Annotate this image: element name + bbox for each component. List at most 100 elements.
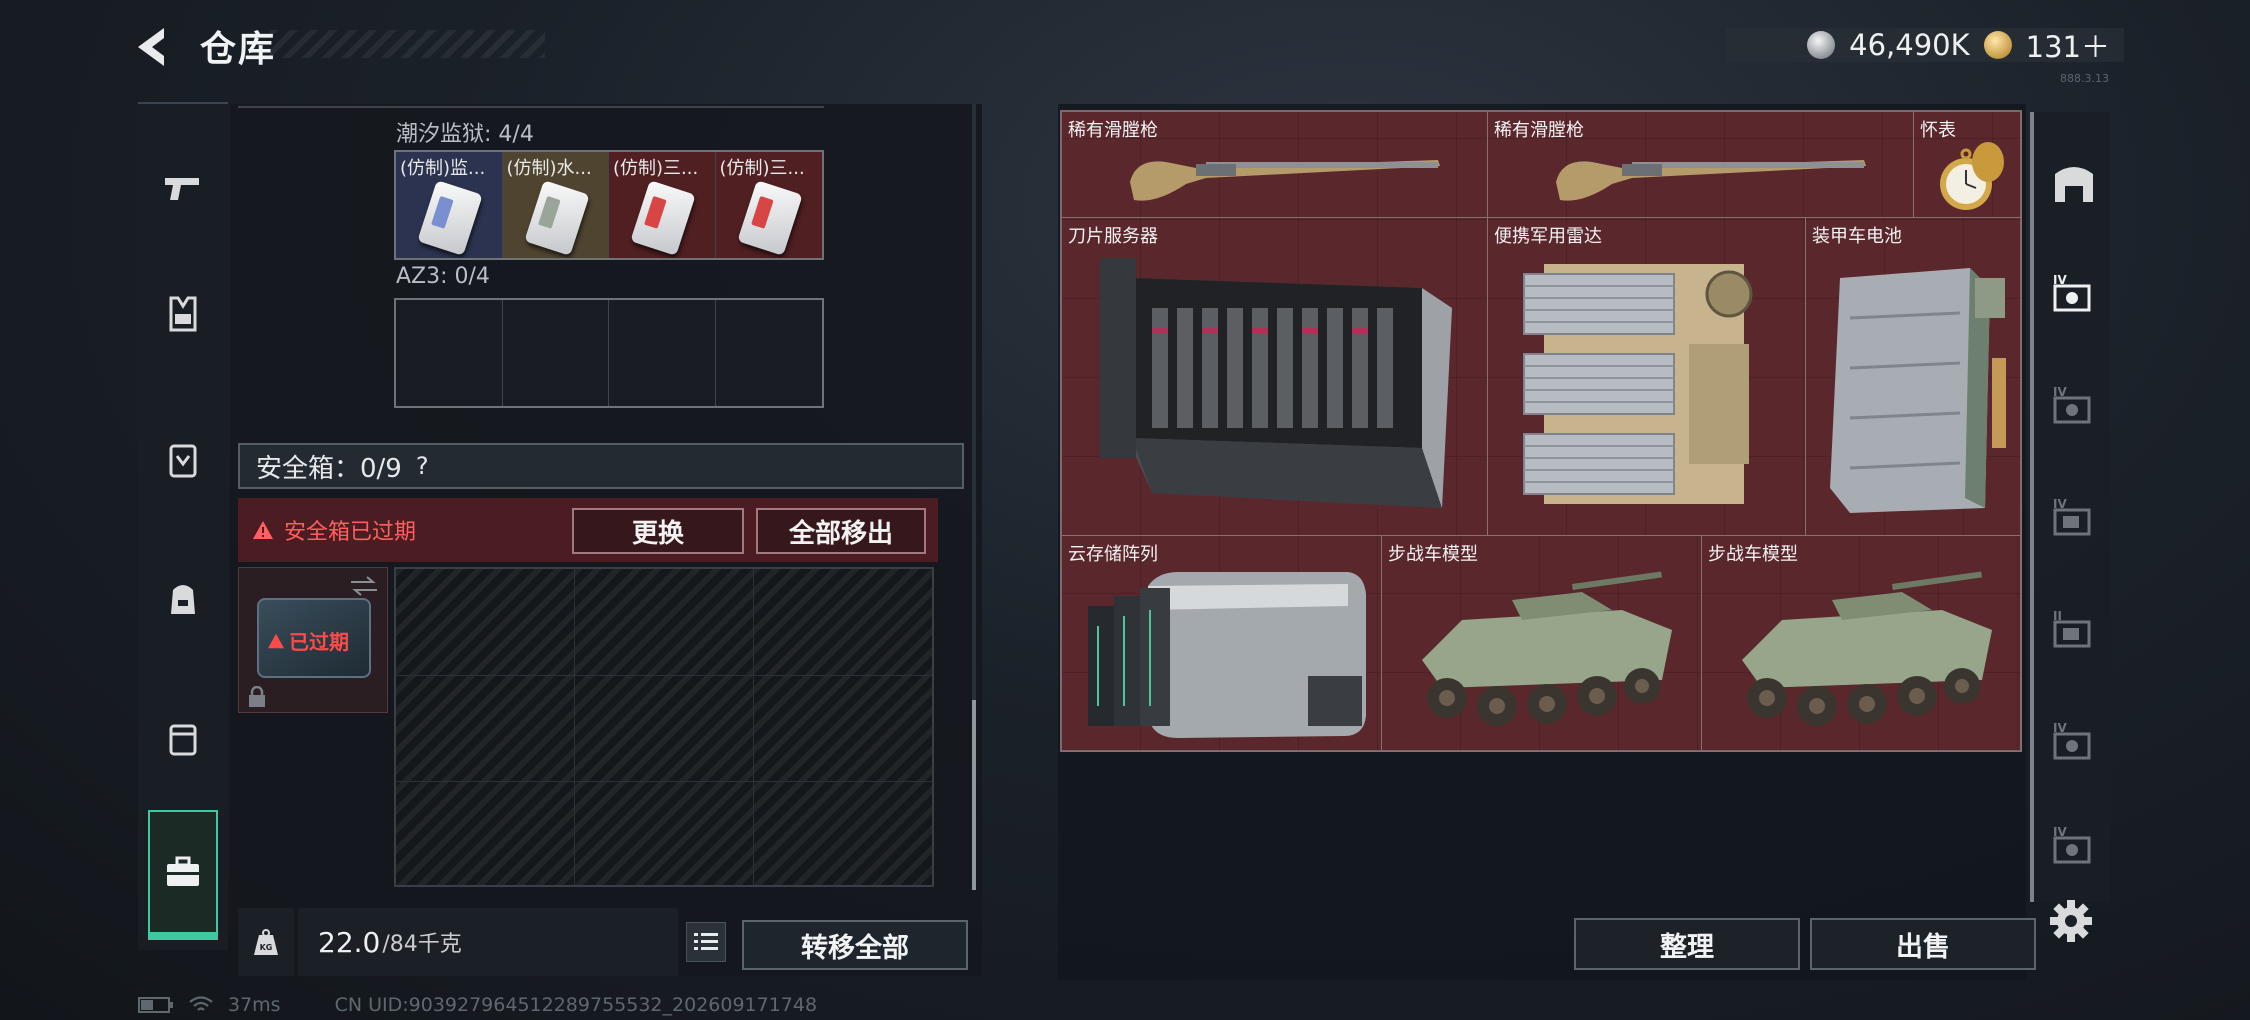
expired-text: 安全箱已过期 (284, 520, 417, 545)
nav-item-backpack[interactable] (138, 538, 228, 658)
military-radar-icon (1523, 264, 1753, 504)
storage-array-icon (1088, 572, 1366, 738)
keycard-icon (736, 180, 803, 256)
gold-coin-icon (1983, 31, 2012, 59)
stash-tab-5[interactable]: IV (2034, 688, 2114, 798)
silver-amount: 46,490K (1849, 28, 1970, 62)
musket-icon (1130, 160, 1440, 201)
stash-tab-3[interactable]: IV (2034, 464, 2114, 574)
stash-tab-2[interactable]: IV (2034, 352, 2114, 462)
settings-button[interactable] (2046, 896, 2096, 946)
move-all-out-button[interactable]: 全部移出 (756, 508, 926, 554)
nav-item-armor[interactable] (138, 254, 228, 374)
briefcase-icon (167, 856, 199, 886)
blade-server-icon (1100, 258, 1452, 508)
grid-line (574, 569, 575, 885)
kg-weight-icon: KG (254, 929, 278, 955)
weight-capacity: /84千克 (382, 932, 462, 957)
expired-badge: 已过期 (267, 626, 349, 655)
storage-tier-icon: IV (2053, 273, 2091, 312)
stash-item[interactable]: 稀有滑膛枪 (1062, 112, 1488, 218)
page-title: 仓库 (200, 29, 277, 70)
stash-tab-1[interactable]: IV (2034, 240, 2114, 350)
stash-item[interactable]: 便携军用雷达 (1488, 218, 1806, 536)
item-name: 云存储阵列 (1068, 544, 1158, 565)
stash-item[interactable]: 刀片服务器 (1062, 218, 1488, 536)
item-name: 刀片服务器 (1068, 226, 1158, 247)
ticket-item[interactable]: (仿制)监... (396, 152, 503, 258)
warning-icon (253, 521, 273, 539)
gear-icon (2050, 900, 2092, 942)
ticket-item[interactable]: (仿制)三... (609, 152, 716, 258)
stash-tabs: IV IV IV II IV IV (2030, 112, 2110, 902)
ifv-model-icon (1422, 571, 1672, 726)
help-icon[interactable]: ? (416, 452, 429, 480)
section-label-prison: 潮汐监狱: 4/4 (396, 122, 534, 147)
stash-item[interactable]: 怀表 (1914, 112, 2022, 218)
stash-grid: 稀有滑膛枪 稀有滑膛枪 怀表 刀片服务器 便携军用雷达 装甲车电池 云存储阵列 … (1060, 110, 2022, 752)
replace-button[interactable]: 更换 (572, 508, 744, 554)
backpack-icon (171, 585, 195, 614)
svg-text:KG: KG (260, 943, 273, 952)
wifi-icon (189, 996, 213, 1011)
armor-vest-icon (169, 296, 197, 332)
ticket-item[interactable]: (仿制)三... (715, 152, 822, 258)
keycard-icon (630, 180, 696, 256)
empty-slot[interactable] (396, 300, 503, 406)
stash-item[interactable]: 步战车模型 (1702, 536, 2022, 752)
ifv-model-icon (1742, 571, 1992, 726)
keycard-icon (523, 180, 590, 256)
keycard-icon (417, 180, 483, 256)
stash-tab-4[interactable]: II (2034, 576, 2114, 686)
stash-tab-6[interactable]: IV (2034, 792, 2114, 902)
back-arrow-icon (138, 28, 164, 66)
lock-icon (249, 686, 265, 707)
svg-text:IV: IV (2053, 273, 2067, 287)
transfer-all-button[interactable]: 转移全部 (742, 920, 968, 970)
sell-button[interactable]: 出售 (1810, 918, 2036, 970)
equipment-nav (138, 102, 228, 950)
empty-slot[interactable] (503, 300, 609, 406)
empty-slot[interactable] (716, 300, 823, 406)
pistol-icon (165, 178, 199, 200)
musket-icon (1556, 160, 1866, 201)
scrollbar-thumb[interactable] (972, 700, 976, 890)
divider (238, 106, 824, 108)
vehicle-battery-icon (1830, 268, 2006, 513)
safe-box-grid (394, 567, 934, 887)
stash-item[interactable]: 装甲车电池 (1806, 218, 2022, 536)
nav-item-safe-box[interactable] (148, 810, 218, 940)
sort-button[interactable]: 整理 (1574, 918, 1800, 970)
pocket-watch-icon (1940, 142, 2004, 210)
nav-item-chest-rig[interactable] (138, 400, 228, 520)
storage-tier-icon: IV (2053, 721, 2091, 760)
item-name: 便携军用雷达 (1494, 226, 1602, 247)
version-text: 888.3.13 (2060, 72, 2109, 85)
nav-item-pouch[interactable] (138, 678, 228, 798)
grid-line (753, 569, 754, 885)
svg-text:IV: IV (2053, 497, 2067, 511)
item-name: 怀表 (1920, 120, 1956, 141)
ticket-item[interactable]: (仿制)水... (502, 152, 609, 258)
grid-line (396, 781, 932, 782)
title-decoration (270, 30, 545, 58)
empty-slot[interactable] (609, 300, 716, 406)
stash-tab-main[interactable] (2034, 128, 2114, 238)
svg-text:IV: IV (2053, 825, 2067, 839)
currency-bar: 46,490K 131＋ (1726, 28, 2124, 64)
stash-item[interactable]: 云存储阵列 (1062, 536, 1382, 752)
nav-item-pistol[interactable] (138, 128, 228, 248)
gold-amount[interactable]: 131＋ (2026, 24, 2110, 66)
pouch-icon (169, 724, 197, 756)
list-icon (694, 933, 718, 950)
grid-line (396, 675, 932, 676)
stash-item[interactable]: 步战车模型 (1382, 536, 1702, 752)
svg-text:IV: IV (2053, 385, 2067, 399)
back-button[interactable] (130, 22, 180, 72)
item-name: 步战车模型 (1388, 544, 1478, 565)
safe-box-thumbnail[interactable]: 已过期 (238, 567, 388, 713)
list-view-button[interactable] (686, 922, 726, 962)
ticket-label: (仿制)水... (506, 158, 592, 179)
stash-item[interactable]: 稀有滑膛枪 (1488, 112, 1914, 218)
storage-tier-icon: IV (2053, 385, 2091, 424)
